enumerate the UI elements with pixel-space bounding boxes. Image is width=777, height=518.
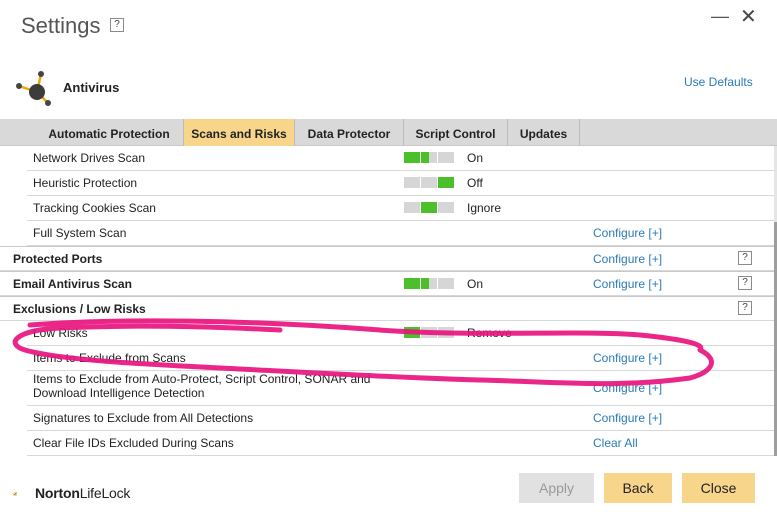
protected-ports-configure-link[interactable]: Configure [+] bbox=[593, 252, 662, 266]
tab-script-control[interactable]: Script Control bbox=[404, 119, 508, 146]
toggle-state: On bbox=[467, 151, 484, 165]
list-item: Clear File IDs Excluded During Scans Cle… bbox=[27, 431, 774, 456]
product-name: Antivirus bbox=[63, 80, 120, 95]
toggle-state: Ignore bbox=[467, 201, 502, 215]
clear-all-link[interactable]: Clear All bbox=[593, 436, 638, 450]
full-system-scan-configure-link[interactable]: Configure [+] bbox=[593, 226, 662, 240]
list-item: Items to Exclude from Scans Configure [+… bbox=[27, 346, 774, 371]
back-button[interactable]: Back bbox=[604, 473, 672, 503]
settings-list: Network Drives Scan On Heuristic Protect… bbox=[0, 146, 777, 456]
list-item: Items to Exclude from Auto-Protect, Scri… bbox=[27, 371, 774, 406]
email-antivirus-configure-link[interactable]: Configure [+] bbox=[593, 277, 662, 291]
antivirus-icon bbox=[16, 71, 51, 106]
setting-label: Signatures to Exclude from All Detection… bbox=[33, 411, 254, 425]
section-label: Email Antivirus Scan bbox=[13, 277, 132, 291]
items-exclude-scans-configure-link[interactable]: Configure [+] bbox=[593, 351, 662, 365]
list-item: Heuristic Protection Off bbox=[27, 171, 774, 196]
help-icon[interactable]: ? bbox=[738, 276, 752, 290]
tab-updates[interactable]: Updates bbox=[508, 119, 580, 146]
list-item: Network Drives Scan On bbox=[27, 146, 774, 171]
minimize-icon[interactable]: — bbox=[711, 6, 729, 27]
setting-label: Tracking Cookies Scan bbox=[33, 201, 156, 215]
help-icon[interactable]: ? bbox=[738, 251, 752, 265]
brand-bold: Norton bbox=[35, 485, 80, 501]
list-item: Email Antivirus Scan On Configure [+] ? bbox=[0, 271, 774, 296]
list-item: Tracking Cookies Scan Ignore bbox=[27, 196, 774, 221]
toggle-state: Off bbox=[467, 176, 483, 190]
low-risks-toggle[interactable] bbox=[404, 327, 454, 338]
setting-label: Full System Scan bbox=[33, 226, 127, 240]
setting-label: Items to Exclude from Auto-Protect, Scri… bbox=[33, 372, 371, 400]
tab-bar: Automatic Protection Scans and Risks Dat… bbox=[0, 119, 777, 146]
toggle-state: On bbox=[467, 277, 484, 291]
apply-button[interactable]: Apply bbox=[519, 473, 594, 503]
tab-data-protector[interactable]: Data Protector bbox=[295, 119, 404, 146]
setting-label: Items to Exclude from Scans bbox=[33, 351, 186, 365]
list-item: Signatures to Exclude from All Detection… bbox=[27, 406, 774, 431]
use-defaults-link[interactable]: Use Defaults bbox=[684, 75, 753, 89]
norton-logo bbox=[13, 492, 18, 496]
list-item: Full System Scan Configure [+] bbox=[27, 221, 774, 246]
close-icon[interactable]: ✕ bbox=[740, 4, 757, 29]
tracking-cookies-toggle[interactable] bbox=[404, 202, 454, 213]
brand-light: LifeLock bbox=[79, 485, 131, 501]
network-drives-toggle[interactable] bbox=[404, 152, 454, 163]
toggle-state: Remove bbox=[467, 326, 512, 340]
close-button[interactable]: Close bbox=[682, 473, 755, 503]
tab-scans-and-risks[interactable]: Scans and Risks bbox=[184, 119, 295, 146]
window-title: Settings bbox=[21, 13, 101, 38]
setting-label: Clear File IDs Excluded During Scans bbox=[33, 436, 234, 450]
section-label: Protected Ports bbox=[13, 252, 103, 266]
setting-label: Network Drives Scan bbox=[33, 151, 146, 165]
email-antivirus-toggle[interactable] bbox=[404, 278, 454, 289]
heuristic-protection-toggle[interactable] bbox=[404, 177, 454, 188]
list-item: Low Risks Remove bbox=[27, 321, 774, 346]
help-icon[interactable]: ? bbox=[110, 18, 124, 32]
list-item: Exclusions / Low Risks ? bbox=[0, 296, 774, 321]
setting-label: Heuristic Protection bbox=[33, 176, 138, 190]
setting-label: Low Risks bbox=[33, 326, 88, 340]
section-label: Exclusions / Low Risks bbox=[13, 302, 146, 316]
signatures-exclude-configure-link[interactable]: Configure [+] bbox=[593, 411, 662, 425]
help-icon[interactable]: ? bbox=[738, 301, 752, 315]
norton-lifelock-wordmark: NortonLifeLock bbox=[35, 485, 130, 501]
tab-automatic-protection[interactable]: Automatic Protection bbox=[35, 119, 184, 146]
items-exclude-autoprotect-configure-link[interactable]: Configure [+] bbox=[593, 381, 662, 395]
list-item: Protected Ports Configure [+] ? bbox=[0, 246, 774, 271]
